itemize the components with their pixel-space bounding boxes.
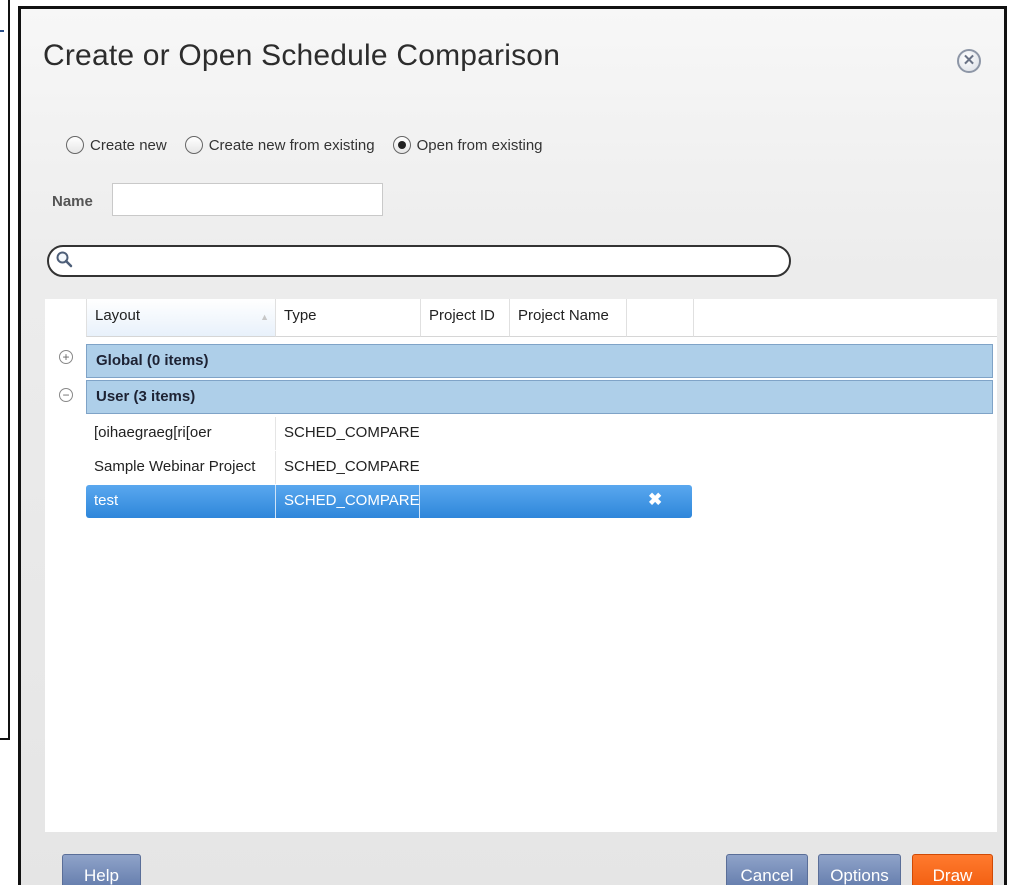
cell-type: SCHED_COMPARE — [275, 485, 420, 518]
cell-layout: test — [94, 492, 119, 509]
group-row-global[interactable]: Global (0 items) — [86, 344, 993, 378]
column-header-layout[interactable]: Layout ▲ — [86, 299, 275, 337]
column-header-label: Project ID — [429, 307, 495, 324]
options-button[interactable]: Options — [818, 854, 901, 885]
schedule-comparison-dialog: Create or Open Schedule Comparison ✕ Cre… — [18, 6, 1007, 885]
column-header-label: Project Name — [518, 307, 609, 324]
cell-layout: [oihaegraeg[ri[oer — [94, 424, 212, 441]
radio-create-new-from-existing[interactable]: Create new from existing — [184, 136, 375, 154]
column-header-label: Type — [284, 307, 317, 324]
column-header-filler — [693, 299, 997, 337]
radio-circle[interactable] — [66, 136, 84, 154]
close-icon[interactable]: ✕ — [957, 49, 981, 73]
table-row[interactable]: Sample Webinar Project SCHED_COMPARE — [86, 451, 692, 484]
cancel-button[interactable]: Cancel — [726, 854, 808, 885]
search-box[interactable] — [47, 245, 791, 277]
name-label: Name — [52, 193, 93, 210]
radio-label: Open from existing — [416, 136, 543, 154]
draw-button[interactable]: Draw — [912, 854, 993, 885]
delete-row-icon[interactable]: ✖ — [648, 490, 662, 510]
radio-circle-selected[interactable] — [392, 136, 411, 154]
radio-open-from-existing[interactable]: Open from existing — [392, 136, 543, 154]
search-icon[interactable] — [55, 250, 73, 268]
search-input[interactable] — [77, 249, 777, 273]
cell-type: SCHED_COMPARE — [275, 451, 420, 484]
sort-arrow-icon: ▲ — [260, 312, 269, 322]
table-row[interactable]: [oihaegraeg[ri[oer SCHED_COMPARE — [86, 417, 692, 450]
layout-grid: Layout ▲ Type Project ID Project Name + … — [45, 299, 997, 832]
background-window-tab — [0, 30, 4, 42]
column-header-label: Layout — [95, 307, 141, 324]
column-header-project-name[interactable]: Project Name — [509, 299, 626, 337]
name-input[interactable] — [112, 183, 383, 216]
dialog-title: Create or Open Schedule Comparison — [43, 39, 561, 72]
table-row-selected[interactable]: test SCHED_COMPARE ✖ — [86, 485, 692, 518]
cell-type: SCHED_COMPARE — [275, 417, 420, 450]
radio-label: Create new — [90, 136, 167, 154]
column-header-type[interactable]: Type — [275, 299, 420, 337]
radio-label: Create new from existing — [208, 136, 375, 154]
column-header-blank[interactable] — [626, 299, 693, 337]
help-button[interactable]: Help — [62, 854, 141, 885]
collapse-toggle-icon[interactable]: − — [59, 388, 73, 402]
cell-layout: Sample Webinar Project — [94, 458, 256, 475]
background-window-edge — [0, 0, 10, 740]
group-row-user[interactable]: User (3 items) — [86, 380, 993, 414]
group-label: User (3 items) — [96, 388, 196, 405]
group-label: Global (0 items) — [96, 352, 209, 369]
radio-create-new[interactable]: Create new — [66, 136, 167, 154]
column-header-project-id[interactable]: Project ID — [420, 299, 509, 337]
radio-circle[interactable] — [184, 136, 203, 154]
mode-radio-group: Create new Create new from existing Open… — [66, 136, 561, 154]
expand-toggle-icon[interactable]: + — [59, 350, 73, 364]
